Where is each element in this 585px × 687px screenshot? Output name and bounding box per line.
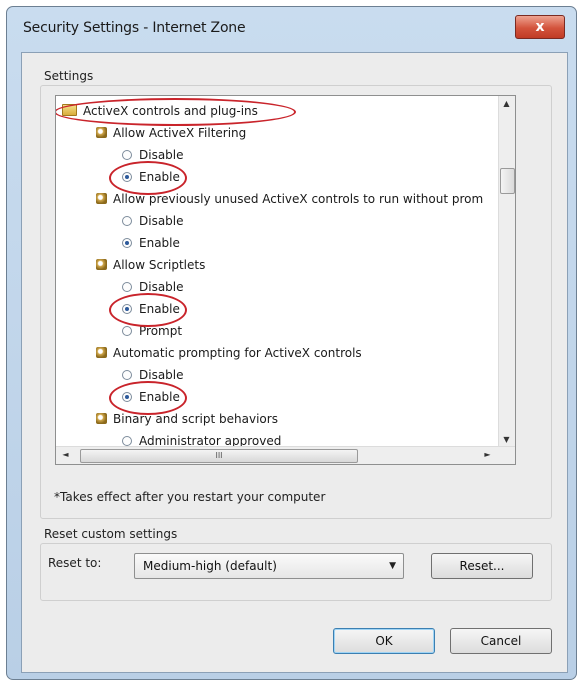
reset-level-value: Medium-high (default) — [143, 559, 277, 573]
option-label: Disable — [139, 148, 184, 162]
option-label: Enable — [139, 302, 180, 316]
cancel-button[interactable]: Cancel — [450, 628, 552, 654]
radio-button[interactable] — [122, 326, 132, 336]
window-title: Security Settings - Internet Zone — [23, 20, 246, 36]
folder-icon — [62, 104, 77, 116]
horizontal-scroll-thumb[interactable]: III — [80, 449, 358, 463]
settings-icon — [96, 413, 107, 424]
security-settings-dialog: Security Settings - Internet Zone x Sett… — [6, 6, 577, 680]
category-label: ActiveX controls and plug-ins — [83, 104, 258, 118]
radio-scriptlets-disable[interactable]: Disable — [122, 277, 184, 297]
scroll-left-icon[interactable]: ◄ — [58, 450, 73, 459]
reset-group-label: Reset custom settings — [44, 527, 178, 541]
radio-button-selected[interactable] — [122, 304, 132, 314]
reset-level-select[interactable]: Medium-high (default) ▼ — [134, 553, 404, 579]
vertical-scroll-thumb[interactable] — [500, 168, 515, 194]
option-label: Disable — [139, 280, 184, 294]
option-label: Enable — [139, 390, 180, 404]
radio-prompting-disable[interactable]: Disable — [122, 365, 184, 385]
ok-button[interactable]: OK — [333, 628, 435, 654]
radio-filtering-disable[interactable]: Disable — [122, 145, 184, 165]
vertical-scrollbar[interactable]: ▲ ▼ — [498, 96, 515, 447]
radio-scriptlets-prompt[interactable]: Prompt — [122, 321, 182, 341]
settings-icon — [96, 127, 107, 138]
option-label: Enable — [139, 236, 180, 250]
radio-scriptlets-enable[interactable]: Enable — [122, 299, 180, 319]
radio-prompting-enable[interactable]: Enable — [122, 387, 180, 407]
setting-label: Allow previously unused ActiveX controls… — [113, 192, 484, 206]
scroll-down-icon[interactable]: ▼ — [499, 435, 514, 444]
settings-group-label: Settings — [44, 69, 94, 83]
radio-button-selected[interactable] — [122, 238, 132, 248]
radio-button-selected[interactable] — [122, 172, 132, 182]
setting-binary-script-behaviors: Binary and script behaviors — [96, 409, 278, 429]
option-label: Disable — [139, 214, 184, 228]
option-label: Prompt — [139, 324, 183, 338]
horizontal-scrollbar[interactable]: ◄ III ► — [56, 446, 515, 464]
radio-filtering-enable[interactable]: Enable — [122, 167, 180, 187]
settings-icon — [96, 259, 107, 270]
settings-icon — [96, 347, 107, 358]
radio-button[interactable] — [122, 370, 132, 380]
reset-button[interactable]: Reset... — [431, 553, 533, 579]
category-activex[interactable]: ActiveX controls and plug-ins — [62, 101, 258, 121]
settings-tree[interactable]: ActiveX controls and plug-ins Allow Acti… — [55, 95, 516, 465]
setting-allow-activex-filtering: Allow ActiveX Filtering — [96, 123, 246, 143]
radio-button[interactable] — [122, 150, 132, 160]
setting-label: Automatic prompting for ActiveX controls — [113, 346, 362, 360]
scroll-up-icon[interactable]: ▲ — [499, 99, 514, 108]
option-label: Enable — [139, 170, 180, 184]
setting-allow-scriptlets: Allow Scriptlets — [96, 255, 205, 275]
radio-button[interactable] — [122, 436, 132, 446]
radio-button-selected[interactable] — [122, 392, 132, 402]
radio-unused-enable[interactable]: Enable — [122, 233, 180, 253]
setting-label: Allow Scriptlets — [113, 258, 206, 272]
setting-allow-unused-activex: Allow previously unused ActiveX controls… — [96, 189, 483, 209]
scroll-right-icon[interactable]: ► — [480, 450, 495, 459]
restart-note: *Takes effect after you restart your com… — [54, 490, 326, 504]
radio-button[interactable] — [122, 282, 132, 292]
setting-label: Binary and script behaviors — [113, 412, 278, 426]
chevron-down-icon: ▼ — [389, 561, 396, 571]
radio-unused-disable[interactable]: Disable — [122, 211, 184, 231]
close-button[interactable]: x — [515, 15, 565, 39]
settings-icon — [96, 193, 107, 204]
option-label: Disable — [139, 368, 184, 382]
setting-label: Allow ActiveX Filtering — [113, 126, 247, 140]
radio-button[interactable] — [122, 216, 132, 226]
dialog-body: Settings ActiveX controls and plug-ins A… — [21, 52, 568, 673]
reset-to-label: Reset to: — [48, 556, 102, 570]
setting-automatic-prompting: Automatic prompting for ActiveX controls — [96, 343, 362, 363]
